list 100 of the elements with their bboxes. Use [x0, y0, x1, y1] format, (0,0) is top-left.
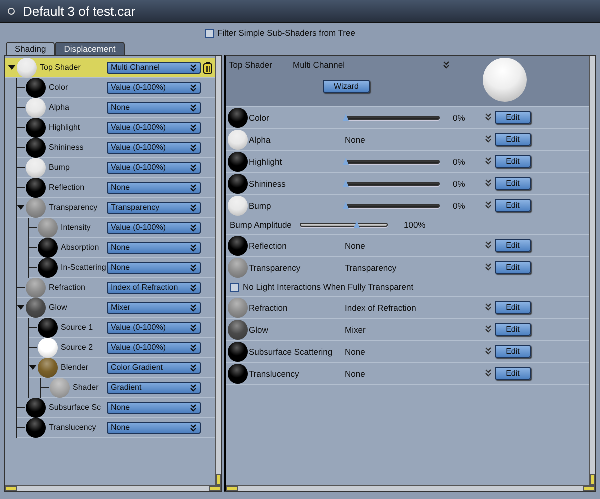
- tree-label: Shader: [73, 383, 100, 392]
- window-icon[interactable]: [8, 8, 15, 14]
- scrollbar[interactable]: [226, 485, 595, 491]
- tree-row[interactable]: Glow Mixer: [17, 298, 215, 318]
- tree-row[interactable]: Bump Value (0-100%): [17, 158, 215, 178]
- shader-dropdown[interactable]: None: [107, 422, 201, 434]
- channel-label: Transparency: [249, 262, 302, 272]
- edit-button[interactable]: Edit: [495, 239, 531, 252]
- shader-dropdown[interactable]: None: [107, 262, 201, 274]
- tree-label: Alpha: [49, 103, 70, 112]
- edit-button[interactable]: Edit: [495, 301, 531, 314]
- edit-button[interactable]: Edit: [495, 261, 531, 274]
- slider-track[interactable]: [300, 223, 388, 227]
- tree-row[interactable]: Color Value (0-100%): [17, 78, 215, 98]
- tree-row[interactable]: Highlight Value (0-100%): [17, 118, 215, 138]
- chevron-icon: [485, 200, 492, 208]
- tree-row[interactable]: Shininess Value (0-100%): [17, 138, 215, 158]
- chevron-icon: [190, 124, 197, 132]
- tree-label: Transparency: [49, 203, 99, 212]
- sphere-icon: [483, 58, 527, 102]
- shader-dropdown[interactable]: Gradient: [107, 382, 201, 394]
- slider-thumb[interactable]: [343, 158, 349, 164]
- chevron-icon: [190, 304, 197, 312]
- tree-label: Blender: [61, 363, 90, 372]
- channel-value: None: [345, 346, 366, 356]
- tree-row[interactable]: Source 2 Value (0-100%): [29, 338, 215, 358]
- scrollbar[interactable]: [5, 485, 221, 491]
- slider-track[interactable]: [345, 182, 440, 186]
- shader-dropdown[interactable]: Value (0-100%): [107, 122, 201, 134]
- tree-row[interactable]: Shader Gradient: [41, 378, 215, 398]
- shader-dropdown[interactable]: None: [107, 402, 201, 414]
- shader-dropdown[interactable]: Value (0-100%): [107, 222, 201, 234]
- tree-row[interactable]: Intensity Value (0-100%): [29, 218, 215, 238]
- checkbox-label: No Light Interactions When Fully Transparent: [243, 282, 414, 292]
- chevron-icon: [485, 178, 492, 186]
- chevron-icon: [190, 424, 197, 432]
- slider-thumb[interactable]: [343, 202, 349, 208]
- edit-button[interactable]: Edit: [495, 323, 531, 336]
- scrollbar[interactable]: [589, 56, 595, 485]
- percent-reading: 0%: [453, 112, 466, 122]
- tree-row[interactable]: Reflection None: [17, 178, 215, 198]
- checkbox[interactable]: [230, 282, 239, 292]
- shader-dropdown[interactable]: Value (0-100%): [107, 162, 201, 174]
- tree-row[interactable]: In-Scattering None: [29, 258, 215, 278]
- scrollbar[interactable]: [215, 56, 221, 485]
- slider-thumb[interactable]: [343, 180, 349, 186]
- edit-button[interactable]: Edit: [495, 111, 531, 124]
- slider-thumb[interactable]: [354, 221, 360, 228]
- tree-label: Reflection: [49, 183, 86, 192]
- shader-dropdown[interactable]: Color Gradient: [107, 362, 201, 374]
- tree-row[interactable]: Blender Color Gradient: [29, 358, 215, 378]
- percent-reading: 100%: [404, 220, 426, 230]
- checkbox[interactable]: [204, 28, 214, 38]
- shader-dropdown[interactable]: None: [107, 242, 201, 254]
- shader-dropdown[interactable]: Index of Refraction: [107, 282, 201, 294]
- tree-row[interactable]: Alpha None: [17, 98, 215, 118]
- slider-track[interactable]: [345, 160, 440, 164]
- slider-thumb[interactable]: [343, 114, 349, 120]
- tree-row[interactable]: Translucency None: [17, 418, 215, 438]
- channel-label: Translucency: [249, 368, 300, 378]
- chevron-icon: [190, 144, 197, 152]
- trash-icon[interactable]: [203, 62, 213, 74]
- shader-dropdown[interactable]: Transparency: [107, 202, 201, 214]
- slider-track[interactable]: [345, 116, 440, 120]
- tree-row[interactable]: Refraction Index of Refraction: [17, 278, 215, 298]
- tab[interactable]: Shading: [6, 42, 56, 55]
- shader-dropdown[interactable]: Value (0-100%): [107, 142, 201, 154]
- shader-dropdown[interactable]: Mixer: [107, 302, 201, 314]
- wizard-button[interactable]: Wizard: [323, 80, 370, 92]
- shader-dropdown[interactable]: Value (0-100%): [107, 82, 201, 94]
- edit-button[interactable]: Edit: [495, 345, 531, 358]
- channel-value: None: [345, 240, 366, 250]
- tree-row[interactable]: Source 1 Value (0-100%): [29, 318, 215, 338]
- shader-dropdown[interactable]: None: [107, 102, 201, 114]
- edit-button[interactable]: Edit: [495, 177, 531, 190]
- tab[interactable]: Displacement: [55, 42, 125, 55]
- shader-dropdown[interactable]: None: [107, 182, 201, 194]
- tree-row[interactable]: Subsurface Sc None: [17, 398, 215, 418]
- slider-track[interactable]: [345, 204, 440, 208]
- chevron-icon: [190, 104, 197, 112]
- shader-dropdown[interactable]: Value (0-100%): [107, 342, 201, 354]
- shader-dropdown[interactable]: Multi Channel: [107, 62, 201, 74]
- chevron-icon: [485, 112, 492, 120]
- shader-value: Multi Channel: [293, 60, 346, 72]
- tree-row[interactable]: Top Shader Multi Channel: [5, 58, 215, 78]
- tree-label: In-Scattering: [61, 263, 107, 272]
- edit-button[interactable]: Edit: [495, 367, 531, 380]
- tree-label: Glow: [49, 303, 68, 312]
- edit-button[interactable]: Edit: [495, 155, 531, 168]
- channel-label: Highlight: [249, 156, 284, 166]
- shader-dropdown[interactable]: Value (0-100%): [107, 322, 201, 334]
- chevron-icon: [485, 134, 492, 142]
- tree-row[interactable]: Transparency Transparency: [17, 198, 215, 218]
- edit-button[interactable]: Edit: [495, 199, 531, 212]
- chevron-icon: [190, 244, 197, 252]
- edit-button[interactable]: Edit: [495, 133, 531, 146]
- chevron-icon: [190, 364, 197, 372]
- tree-row[interactable]: Absorption None: [29, 238, 215, 258]
- channel-value: Mixer: [345, 324, 367, 334]
- chevron-icon: [190, 84, 197, 92]
